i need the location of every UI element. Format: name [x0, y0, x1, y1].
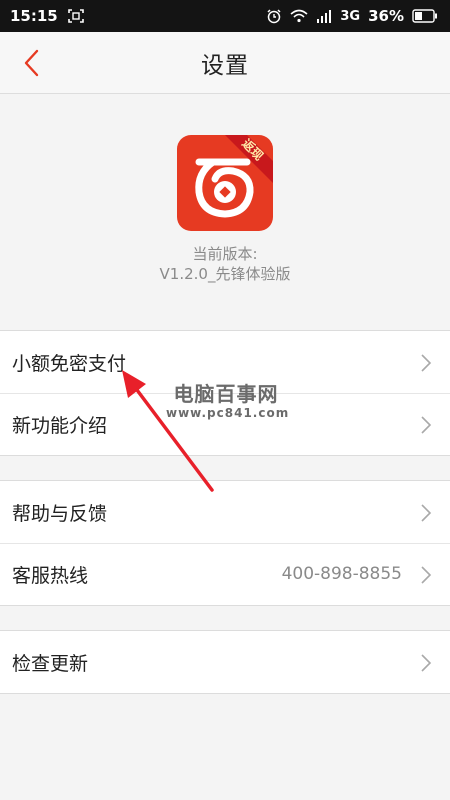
screenshot-icon [67, 9, 84, 23]
row-check-update[interactable]: 检查更新 [0, 631, 450, 693]
hotline-number: 400-898-8855 [281, 564, 402, 584]
chevron-right-icon [421, 654, 432, 672]
app-info: 返现 当前版本: V1.2.0_先锋体验版 [0, 94, 450, 330]
chevron-right-icon [421, 566, 432, 584]
status-time: 15:15 [10, 7, 58, 25]
settings-group-support: 帮助与反馈 客服热线 400-898-8855 [0, 480, 450, 606]
row-label: 新功能介绍 [12, 414, 108, 437]
row-label: 检查更新 [12, 652, 89, 675]
row-help-feedback[interactable]: 帮助与反馈 [0, 481, 450, 543]
alarm-icon [266, 8, 282, 24]
battery-icon [412, 9, 438, 23]
row-customer-hotline[interactable]: 客服热线 400-898-8855 [0, 543, 450, 605]
page-title: 设置 [201, 52, 249, 79]
version-label: 当前版本: [192, 245, 258, 263]
app-logo-icon: 返现 [177, 135, 273, 231]
title-bar: 设置 [0, 32, 450, 94]
chevron-right-icon [421, 416, 432, 434]
watermark: 电脑百事网 www.pc841.com [166, 382, 290, 420]
back-button[interactable] [14, 46, 48, 80]
row-label: 帮助与反馈 [12, 502, 108, 525]
watermark-title: 电脑百事网 [173, 382, 279, 406]
wifi-icon [290, 9, 308, 23]
chevron-left-icon [24, 49, 39, 77]
battery-percent: 36% [368, 7, 404, 25]
row-label: 客服热线 [12, 564, 89, 587]
watermark-url: www.pc841.com [166, 406, 290, 420]
settings-group-update: 检查更新 [0, 630, 450, 694]
network-type: 3G [340, 8, 361, 24]
signal-icon [316, 9, 332, 23]
chevron-right-icon [421, 354, 432, 372]
row-label: 小额免密支付 [12, 352, 127, 375]
chevron-right-icon [421, 504, 432, 522]
status-bar: 15:15 3G 36% [0, 0, 450, 32]
version-value: V1.2.0_先锋体验版 [159, 265, 291, 283]
